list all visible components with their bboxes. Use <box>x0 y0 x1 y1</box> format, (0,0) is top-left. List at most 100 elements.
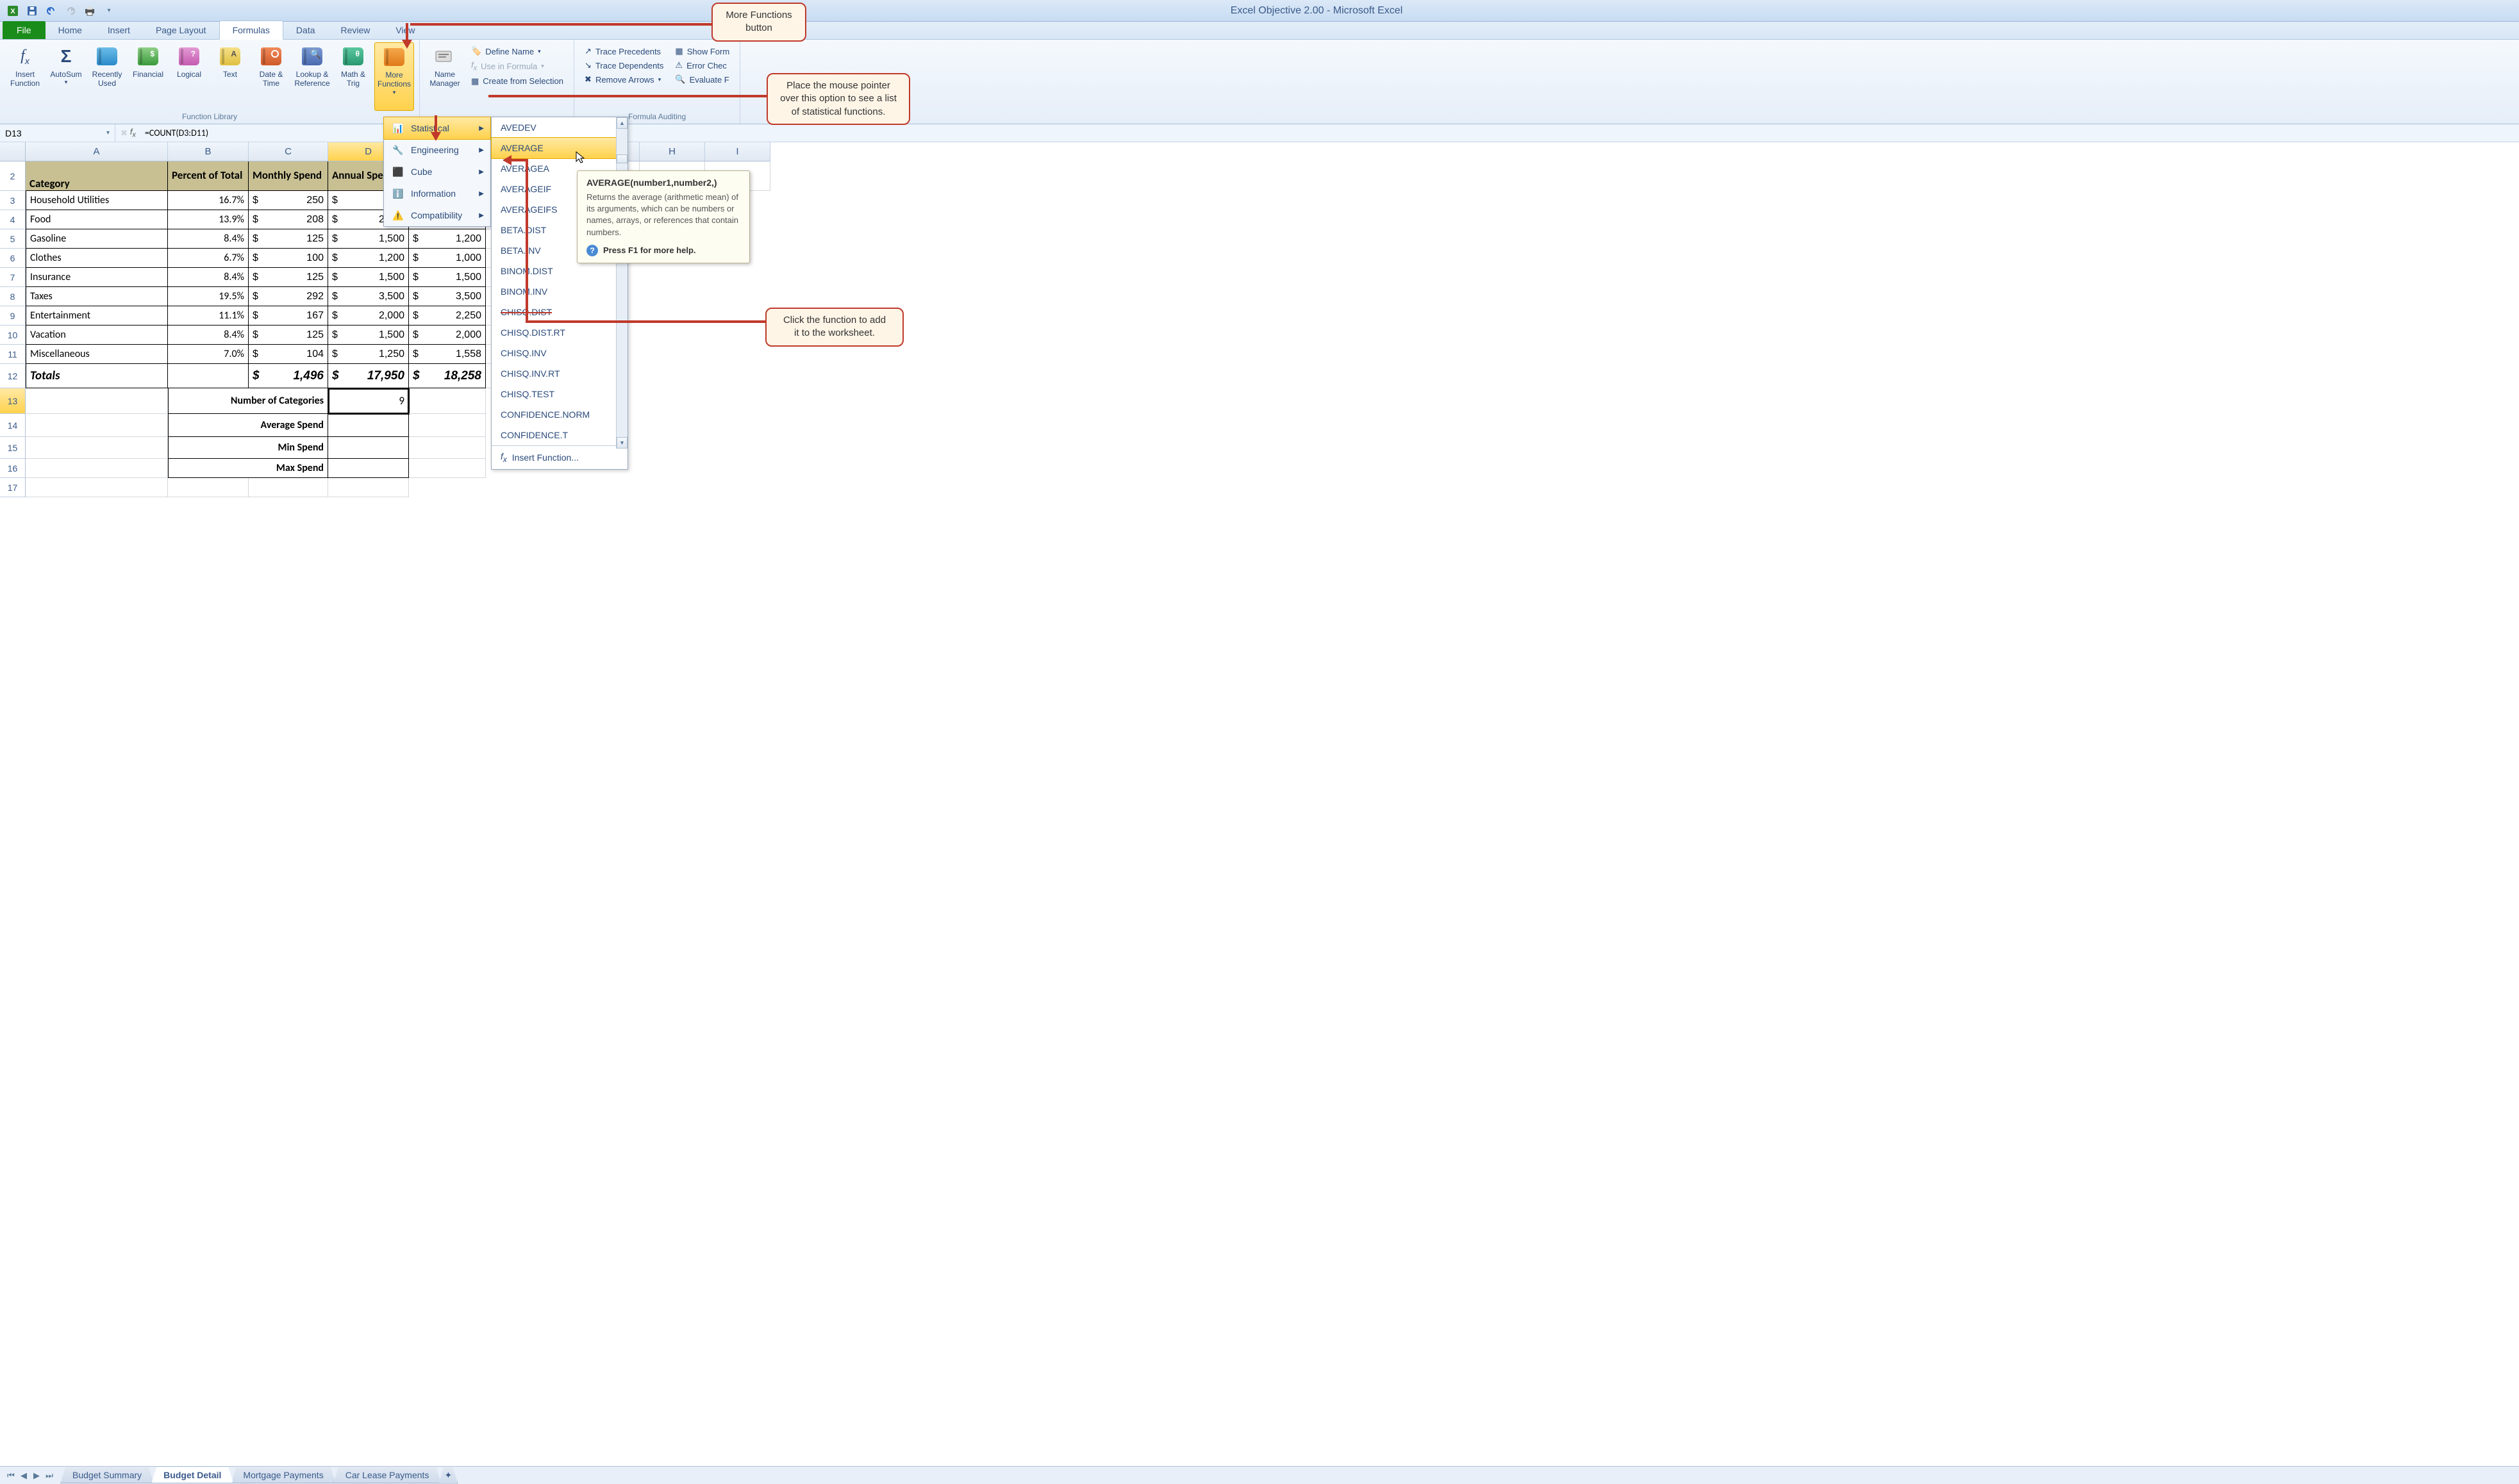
trace-dependents-button[interactable]: ↘Trace Dependents <box>585 60 663 70</box>
cell[interactable] <box>409 388 486 414</box>
col-header-h[interactable]: H <box>640 142 705 161</box>
cell[interactable]: $1,558 <box>409 345 486 364</box>
scroll-thumb[interactable] <box>617 154 628 163</box>
save-icon[interactable] <box>23 3 41 19</box>
cell[interactable]: Monthly Spend <box>249 161 328 191</box>
cell[interactable]: Food <box>26 210 168 229</box>
function-item-confidence-norm[interactable]: CONFIDENCE.NORM <box>492 404 616 425</box>
next-sheet-icon[interactable]: ▶ <box>31 1470 42 1481</box>
cell[interactable]: $167 <box>249 306 328 326</box>
cell[interactable]: Max Spend <box>168 459 328 478</box>
cell[interactable]: 7.0% <box>168 345 249 364</box>
cell[interactable]: Taxes <box>26 287 168 306</box>
select-all-corner[interactable] <box>0 142 26 161</box>
name-box[interactable]: D13▾ <box>0 124 115 142</box>
row-header[interactable]: 5 <box>0 229 26 249</box>
financial-button[interactable]: $Financial <box>128 42 168 111</box>
tab-data[interactable]: Data <box>283 21 328 39</box>
cell[interactable]: $100 <box>249 249 328 268</box>
sheet-tab[interactable]: Budget Summary <box>60 1467 154 1483</box>
evaluate-formula-button[interactable]: 🔍Evaluate F <box>675 74 729 85</box>
cell[interactable] <box>409 414 486 437</box>
cell[interactable]: $292 <box>249 287 328 306</box>
cell[interactable] <box>26 437 168 459</box>
more-functions-button[interactable]: More Functions▾ <box>374 42 414 111</box>
row-header[interactable]: 2 <box>0 161 26 191</box>
new-sheet-icon[interactable]: ✦ <box>438 1467 458 1484</box>
cell[interactable]: Average Spend <box>168 414 328 437</box>
function-item-chisq-dist-rt[interactable]: CHISQ.DIST.RT <box>492 322 616 343</box>
row-header[interactable]: 16 <box>0 459 26 478</box>
name-manager-button[interactable]: Name Manager <box>425 42 465 122</box>
cell[interactable] <box>328 459 409 478</box>
prev-sheet-icon[interactable]: ◀ <box>18 1470 29 1481</box>
function-item-confidence-t[interactable]: CONFIDENCE.T <box>492 425 616 445</box>
cell[interactable]: 19.5% <box>168 287 249 306</box>
function-item-chisq-dist[interactable]: CHISQ.DIST <box>492 302 616 322</box>
fx-icon[interactable]: fx <box>130 127 136 139</box>
remove-arrows-button[interactable]: ✖Remove Arrows ▾ <box>585 74 663 85</box>
cell[interactable] <box>26 414 168 437</box>
last-sheet-icon[interactable]: ⏭ <box>44 1470 55 1481</box>
file-tab[interactable]: File <box>3 21 46 39</box>
cell[interactable]: Gasoline <box>26 229 168 249</box>
row-header[interactable]: 12 <box>0 364 26 388</box>
cell[interactable]: 11.1% <box>168 306 249 326</box>
row-header[interactable]: 9 <box>0 306 26 326</box>
row-header[interactable]: 7 <box>0 268 26 287</box>
autosum-button[interactable]: ΣAutoSum▾ <box>46 42 86 111</box>
tab-home[interactable]: Home <box>46 21 95 39</box>
create-from-selection-button[interactable]: ▦Create from Selection <box>471 76 563 87</box>
row-header[interactable]: 8 <box>0 287 26 306</box>
cell[interactable]: $250 <box>249 191 328 210</box>
function-item-chisq-test[interactable]: CHISQ.TEST <box>492 384 616 404</box>
cell[interactable]: $3,500 <box>409 287 486 306</box>
cell[interactable]: $1,200 <box>409 229 486 249</box>
col-header-i[interactable]: I <box>705 142 770 161</box>
cell[interactable]: $125 <box>249 229 328 249</box>
first-sheet-icon[interactable]: ⏮ <box>5 1470 17 1481</box>
print-icon[interactable] <box>81 3 99 19</box>
cell[interactable]: $1,500 <box>409 268 486 287</box>
cell[interactable]: $18,258 <box>409 364 486 388</box>
cell[interactable]: Entertainment <box>26 306 168 326</box>
cell[interactable]: Miscellaneous <box>26 345 168 364</box>
row-header[interactable]: 13 <box>0 388 26 414</box>
show-formulas-button[interactable]: ▦Show Form <box>675 46 729 56</box>
insert-function-link[interactable]: fxInsert Function... <box>492 445 628 469</box>
scroll-down-icon[interactable]: ▼ <box>617 437 628 449</box>
cell[interactable]: $104 <box>249 345 328 364</box>
tab-pagelayout[interactable]: Page Layout <box>143 21 219 39</box>
cell[interactable]: Vacation <box>26 326 168 345</box>
tab-formulas[interactable]: Formulas <box>219 21 283 40</box>
error-checking-button[interactable]: ⚠Error Chec <box>675 60 729 70</box>
cancel-icon[interactable]: ✖ <box>121 128 128 138</box>
col-header-c[interactable]: C <box>249 142 328 161</box>
cell[interactable]: $125 <box>249 268 328 287</box>
datetime-button[interactable]: Date & Time <box>251 42 291 111</box>
text-button[interactable]: AText <box>210 42 250 111</box>
row-header[interactable]: 11 <box>0 345 26 364</box>
cell[interactable]: Min Spend <box>168 437 328 459</box>
qat-dropdown-icon[interactable]: ▾ <box>100 3 118 19</box>
scroll-up-icon[interactable]: ▲ <box>617 117 628 129</box>
cell[interactable] <box>168 364 249 388</box>
logical-button[interactable]: ?Logical <box>169 42 209 111</box>
cell[interactable]: $1,500 <box>328 268 409 287</box>
cell[interactable]: Totals <box>26 364 168 388</box>
cell[interactable]: Clothes <box>26 249 168 268</box>
tab-review[interactable]: Review <box>328 21 383 39</box>
cell[interactable] <box>409 459 486 478</box>
sheet-tab-active[interactable]: Budget Detail <box>151 1467 233 1483</box>
function-item-binom-inv[interactable]: BINOM.INV <box>492 281 616 302</box>
scrollbar[interactable]: ▲ ▼ <box>616 117 628 449</box>
cell[interactable]: $17,950 <box>328 364 409 388</box>
cell[interactable]: Category <box>26 161 168 191</box>
menu-item-cube[interactable]: ⬛Cube▶ <box>384 161 490 183</box>
cell[interactable]: 16.7% <box>168 191 249 210</box>
col-header-b[interactable]: B <box>168 142 249 161</box>
cell[interactable] <box>168 478 249 497</box>
row-header[interactable]: 4 <box>0 210 26 229</box>
cell[interactable] <box>328 478 409 497</box>
menu-item-engineering[interactable]: 🔧Engineering▶ <box>384 139 490 161</box>
